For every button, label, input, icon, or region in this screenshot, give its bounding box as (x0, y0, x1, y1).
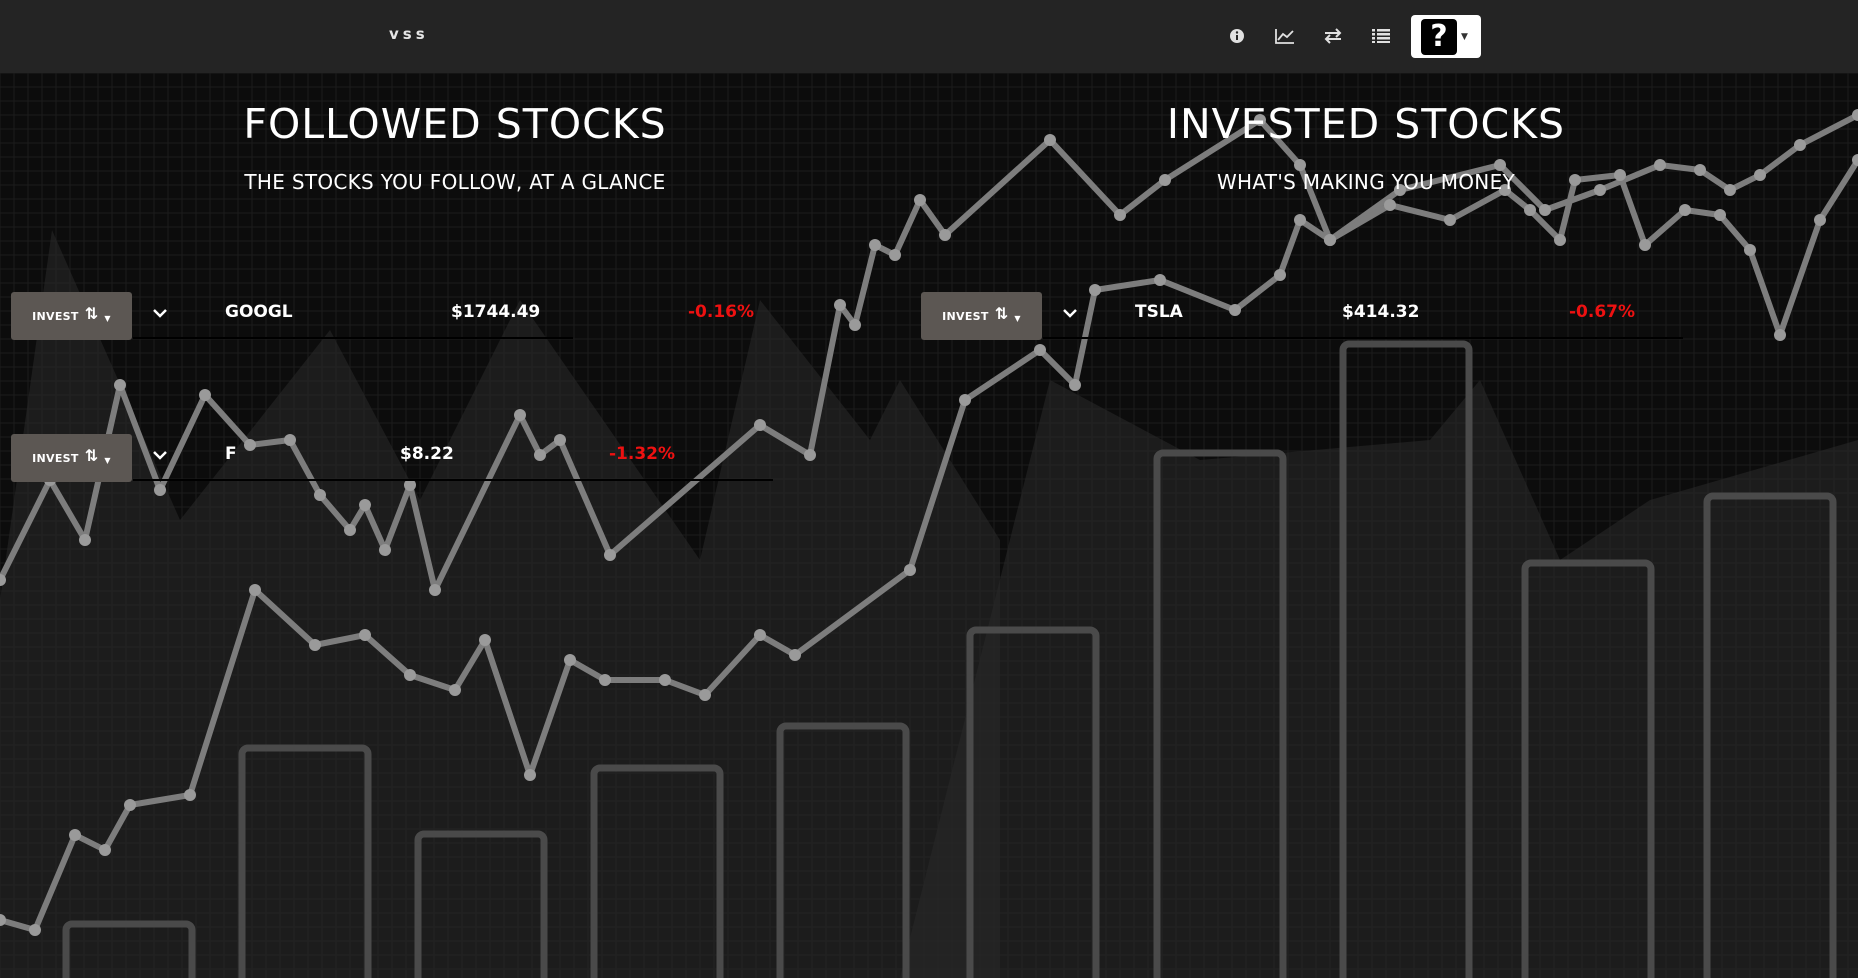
caret-down-icon: ▼ (1014, 313, 1021, 323)
info-icon[interactable] (1223, 22, 1251, 50)
stock-price: $414.32 (1342, 302, 1420, 322)
sort-arrows-icon: ⇅ (994, 303, 1009, 323)
row-divider (1043, 337, 1683, 339)
list-icon[interactable] (1367, 22, 1395, 50)
stock-row-tsla: INVEST ⇅ ▼ TSLA $414.32 -0.67% (921, 292, 1691, 348)
chevron-down-icon[interactable] (149, 444, 171, 466)
line-chart-icon[interactable] (1271, 22, 1299, 50)
question-mark-icon: ? (1421, 18, 1457, 55)
chevron-down-icon[interactable] (149, 302, 171, 324)
row-divider (133, 337, 573, 339)
invested-stocks-title: INVESTED STOCKS (1166, 100, 1566, 148)
stock-price: $8.22 (400, 444, 454, 464)
stock-change: -0.67% (1569, 302, 1636, 322)
stock-change: -1.32% (609, 444, 676, 464)
followed-stocks-title: FOLLOWED STOCKS (243, 100, 667, 148)
help-dropdown-button[interactable]: ? ▼ (1411, 15, 1481, 58)
caret-down-icon: ▼ (104, 313, 111, 323)
chevron-down-icon[interactable] (1059, 302, 1081, 324)
caret-down-icon: ▼ (104, 455, 111, 465)
invest-label: INVEST (32, 309, 79, 323)
sort-arrows-icon: ⇅ (84, 445, 99, 465)
invest-label: INVEST (942, 309, 989, 323)
stock-row-f: INVEST ⇅ ▼ F $8.22 -1.32% (11, 434, 781, 490)
stock-change: -0.16% (688, 302, 755, 322)
stock-price: $1744.49 (451, 302, 541, 322)
brand-logo[interactable]: vss (389, 25, 429, 43)
row-divider (133, 479, 773, 481)
invest-label: INVEST (32, 451, 79, 465)
invest-button[interactable]: INVEST ⇅ ▼ (11, 434, 132, 482)
stock-symbol[interactable]: F (225, 444, 237, 464)
stock-symbol[interactable]: GOOGL (225, 302, 293, 322)
exchange-icon[interactable] (1319, 22, 1347, 50)
caret-down-icon: ▼ (1461, 31, 1468, 42)
stock-symbol[interactable]: TSLA (1135, 302, 1183, 322)
top-navbar: vss ? ▼ (0, 0, 1858, 73)
invested-stocks-subtitle: WHAT'S MAKING YOU MONEY (1216, 170, 1516, 194)
invest-button[interactable]: INVEST ⇅ ▼ (921, 292, 1042, 340)
followed-stocks-subtitle: THE STOCKS YOU FOLLOW, AT A GLANCE (244, 170, 666, 194)
sort-arrows-icon: ⇅ (84, 303, 99, 323)
stock-row-googl: INVEST ⇅ ▼ GOOGL $1744.49 -0.16% (11, 292, 781, 348)
invest-button[interactable]: INVEST ⇅ ▼ (11, 292, 132, 340)
